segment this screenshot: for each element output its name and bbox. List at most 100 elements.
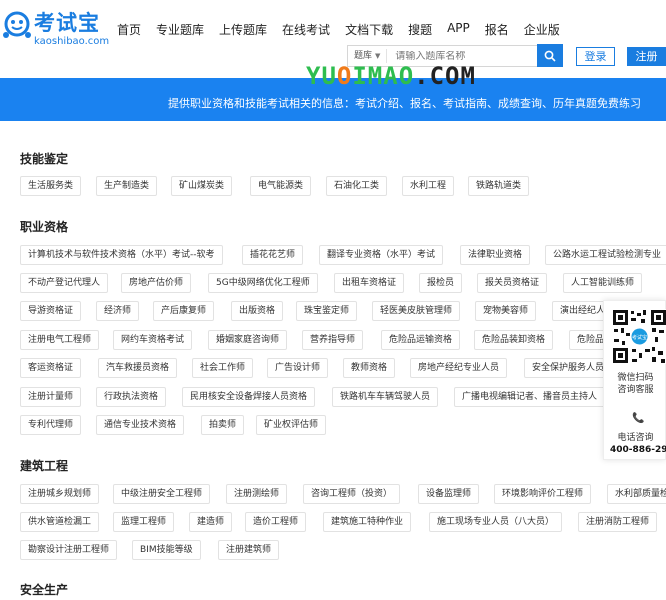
tag-item[interactable]: 珠宝鉴定师 (296, 301, 358, 321)
search-type-select[interactable]: 题库 ▼ (348, 49, 388, 63)
search-input[interactable] (387, 50, 518, 62)
tag-item[interactable]: 营养指导师 (302, 330, 364, 350)
register-button[interactable]: 注册 (627, 47, 666, 66)
tag-item[interactable]: 法律职业资格 (460, 245, 531, 265)
tag-item[interactable]: 注册测绘师 (226, 484, 288, 504)
section-title-qualification: 职业资格 (20, 220, 69, 234)
nav-item-online-exam[interactable]: 在线考试 (282, 21, 330, 38)
nav-item-upload[interactable]: 上传题库 (219, 21, 267, 38)
tag-item[interactable]: 报关员资格证 (477, 273, 548, 293)
nav-item-signup[interactable]: 报名 (485, 21, 509, 38)
qr-label-consult: 咨询客服 (617, 385, 654, 395)
tag-item[interactable]: 施工现场专业人员（八大员） (429, 512, 563, 532)
tag-item[interactable]: 公路水运工程试验检测专业 (545, 245, 666, 265)
customer-service-panel: 考试宝 微信扫码 咨询客服 📞 电话咨询 400-886-2980 (603, 300, 666, 460)
tag-item[interactable]: 经济师 (96, 301, 140, 321)
tag-item[interactable]: 客运资格证 (20, 358, 82, 378)
tag-item[interactable]: 导游资格证 (20, 301, 82, 321)
section-title-safety: 安全生产 (20, 583, 69, 597)
section-title-skills: 技能鉴定 (20, 152, 69, 166)
svg-text:考试宝: 考试宝 (632, 334, 647, 341)
tag-item[interactable]: 房地产经纪专业人员 (410, 358, 508, 378)
tag-item[interactable]: 广告设计师 (267, 358, 329, 378)
tag-item[interactable]: 电气能源类 (250, 176, 312, 196)
tag-item[interactable]: 设备监理师 (418, 484, 480, 504)
tag-item[interactable]: 咨询工程师（投资） (303, 484, 401, 504)
tag-item[interactable]: 造价工程师 (245, 512, 307, 532)
nav-item-enterprise[interactable]: 企业版 (524, 21, 560, 38)
tag-item[interactable]: 不动产登记代理人 (20, 273, 109, 293)
tag-item[interactable]: 行政执法资格 (96, 387, 167, 407)
tag-item[interactable]: 环境影响评价工程师 (494, 484, 592, 504)
tag-item[interactable]: 宠物美容师 (475, 301, 537, 321)
tag-item[interactable]: 插花花艺师 (242, 245, 304, 265)
logo-icon[interactable] (2, 9, 32, 39)
nav-item-doc-download[interactable]: 文档下载 (345, 21, 393, 38)
phone-consult-label: 电话咨询 (617, 433, 654, 443)
tag-item[interactable]: 拍卖师 (201, 415, 245, 435)
banner-text: 提供职业资格和技能考试相关的信息：考试介绍、报名、考试指南、成绩查询、历年真题免… (168, 97, 641, 110)
chevron-down-icon: ▼ (375, 52, 381, 60)
tag-item[interactable]: 报检员 (419, 273, 463, 293)
tag-item[interactable]: 矿山煤炭类 (171, 176, 233, 196)
tag-item[interactable]: 人工智能训练师 (563, 273, 643, 293)
tag-item[interactable]: 民用核安全设备焊接人员资格 (182, 387, 316, 407)
tag-item[interactable]: BIM技能等级 (132, 540, 201, 560)
tag-item[interactable]: 注册计量师 (20, 387, 82, 407)
watermark-logo: YUOIMAO.COM (306, 62, 476, 90)
tag-item[interactable]: 注册建筑师 (218, 540, 280, 560)
section-title-construction: 建筑工程 (20, 459, 69, 473)
nav-item-search-question[interactable]: 搜题 (408, 21, 432, 38)
tag-item[interactable]: 勘察设计注册工程师 (20, 540, 118, 560)
tag-item[interactable]: 建造师 (189, 512, 233, 532)
tag-item[interactable]: 生产制造类 (96, 176, 158, 196)
logo-subtitle: kaoshibao.com (34, 36, 110, 47)
tag-item[interactable]: 水利工程 (402, 176, 455, 196)
phone-icon: 📞 (632, 413, 645, 424)
tag-item[interactable]: 危险品装卸资格 (474, 330, 554, 350)
tag-item[interactable]: 广播电视编辑记者、播音员主持人 (454, 387, 606, 407)
tag-item[interactable]: 监理工程师 (113, 512, 175, 532)
login-button[interactable]: 登录 (576, 47, 615, 66)
tag-item[interactable]: 石油化工类 (326, 176, 388, 196)
tag-item[interactable]: 危险品运输资格 (381, 330, 461, 350)
tag-item[interactable]: 中级注册安全工程师 (113, 484, 211, 504)
tag-item[interactable]: 房地产估价师 (121, 273, 192, 293)
tag-item[interactable]: 注册消防工程师 (578, 512, 658, 532)
nav-item-question-bank[interactable]: 专业题库 (156, 21, 204, 38)
phone-number[interactable]: 400-886-2980 (610, 445, 666, 455)
tag-item[interactable]: 通信专业技术资格 (96, 415, 185, 435)
tag-item[interactable]: 生活服务类 (20, 176, 82, 196)
qr-code-icon[interactable]: 考试宝 (612, 309, 666, 364)
tag-item[interactable]: 计算机技术与软件技术资格（水平）考试--软考 (20, 245, 223, 265)
main-nav: 首页 专业题库 上传题库 在线考试 文档下载 搜题 APP 报名 企业版 (117, 21, 575, 38)
tag-item[interactable]: 建筑施工特种作业 (323, 512, 412, 532)
tag-item[interactable]: 出版资格 (231, 301, 284, 321)
tag-item[interactable]: 翻译专业资格（水平）考试 (319, 245, 444, 265)
tag-item[interactable]: 轻医美皮肤管理师 (372, 301, 461, 321)
tag-item[interactable]: 安全保护服务人员 (524, 358, 613, 378)
tag-item[interactable]: 婚姻家庭咨询师 (208, 330, 288, 350)
tag-item[interactable]: 社会工作师 (192, 358, 254, 378)
nav-item-home[interactable]: 首页 (117, 21, 141, 38)
tag-item[interactable]: 铁路机车车辆驾驶人员 (332, 387, 439, 407)
search-button[interactable] (537, 44, 563, 67)
tag-item[interactable]: 专利代理师 (20, 415, 82, 435)
nav-item-app[interactable]: APP (447, 21, 470, 38)
tag-item[interactable]: 铁路轨道类 (468, 176, 530, 196)
search-type-label: 题库 (354, 51, 373, 61)
tag-item[interactable]: 教师资格 (343, 358, 396, 378)
tag-item[interactable]: 注册电气工程师 (20, 330, 100, 350)
search-icon (544, 50, 556, 62)
tag-item[interactable]: 出租车资格证 (334, 273, 405, 293)
tag-item[interactable]: 5G中级网络优化工程师 (208, 273, 318, 293)
category-list: 技能鉴定 职业资格 建筑工程 安全生产 生活服务类 生产制造类 矿山煤炭类 电气… (0, 135, 666, 600)
tag-item[interactable]: 产后康复师 (153, 301, 215, 321)
tag-item[interactable]: 矿业权评估师 (256, 415, 327, 435)
tag-item[interactable]: 网约车资格考试 (113, 330, 193, 350)
tag-item[interactable]: 水利部质量检 (607, 484, 666, 504)
tag-item[interactable]: 注册城乡规划师 (20, 484, 100, 504)
tag-item[interactable]: 供水管道检漏工 (20, 512, 100, 532)
tag-item[interactable]: 汽车救援员资格 (98, 358, 178, 378)
logo-text[interactable]: 考试宝 (34, 7, 100, 37)
